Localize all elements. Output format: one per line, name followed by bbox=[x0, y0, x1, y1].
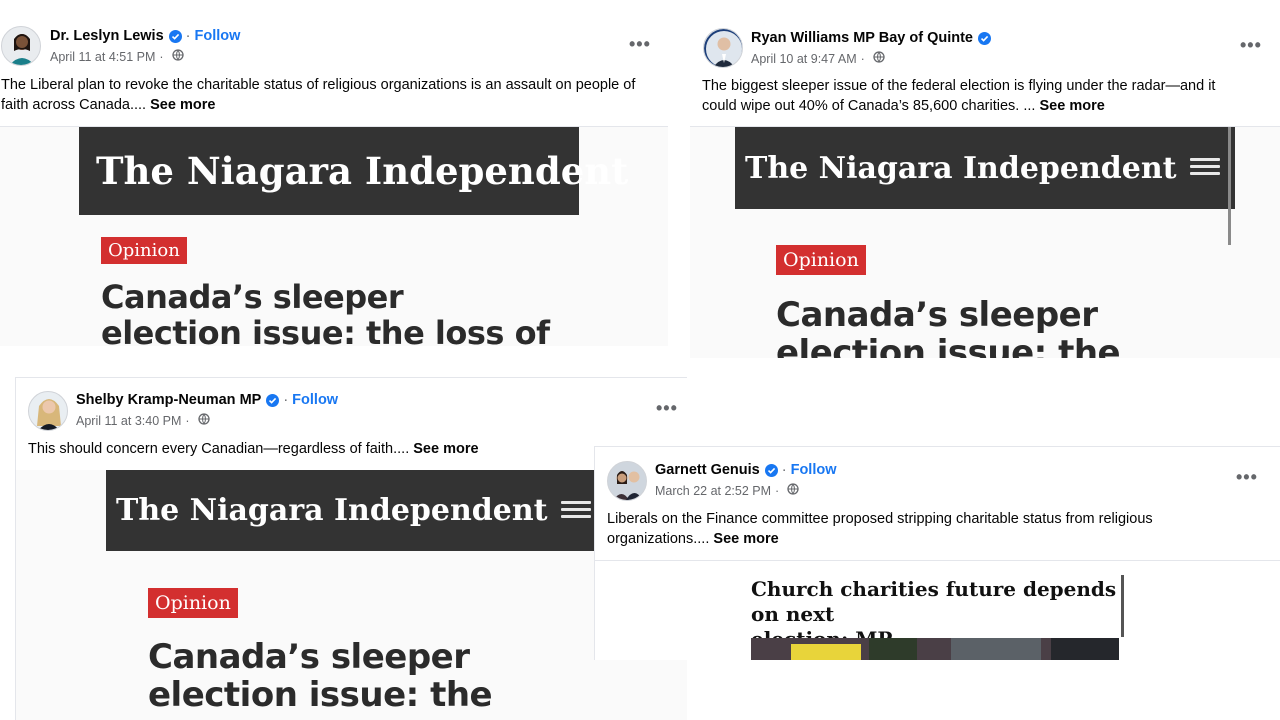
avatar[interactable] bbox=[703, 28, 743, 68]
post-garnett-genuis: Garnett Genuis · Follow March 22 at 2:52… bbox=[594, 446, 1280, 660]
globe-icon bbox=[197, 413, 210, 428]
author-name[interactable]: Garnett Genuis bbox=[655, 462, 760, 478]
avatar[interactable] bbox=[28, 391, 68, 431]
article-photo bbox=[751, 638, 1119, 660]
masthead-title: The Niagara Independent bbox=[116, 493, 548, 528]
masthead-title: The Niagara Independent bbox=[96, 149, 629, 193]
post-text-line: The Liberal plan to revoke the charitabl… bbox=[1, 77, 636, 93]
post-ryan-williams: Ryan Williams MP Bay of Quinte April 10 … bbox=[690, 16, 1280, 358]
headline-line: Canada’s sleeper bbox=[148, 637, 470, 677]
separator-dot: · bbox=[159, 49, 164, 64]
see-more-link[interactable]: See more bbox=[150, 97, 215, 113]
globe-icon bbox=[171, 49, 184, 64]
see-more-link[interactable]: See more bbox=[1039, 98, 1104, 114]
verified-badge-icon bbox=[764, 463, 778, 477]
more-options-icon[interactable]: ••• bbox=[629, 34, 651, 55]
verified-badge-icon bbox=[168, 29, 182, 43]
post-text-line: The biggest sleeper issue of the federal… bbox=[702, 78, 1216, 94]
hamburger-menu-icon[interactable] bbox=[561, 501, 591, 519]
author-name[interactable]: Shelby Kramp-Neuman MP bbox=[76, 392, 261, 408]
author-name[interactable]: Dr. Leslyn Lewis bbox=[50, 28, 164, 44]
post-text-line: Liberals on the Finance committee propos… bbox=[607, 511, 1153, 527]
headline-line: election issue: the bbox=[776, 333, 1121, 358]
author-name[interactable]: Ryan Williams MP Bay of Quinte bbox=[751, 30, 973, 46]
masthead: The Niagara Independent bbox=[735, 127, 1235, 209]
link-preview[interactable]: The Niagara Independent Opinion Canada’s… bbox=[690, 127, 1280, 358]
post-timestamp[interactable]: March 22 at 2:52 PM bbox=[655, 484, 771, 498]
follow-button[interactable]: Follow bbox=[292, 392, 338, 408]
post-shelby-kramp-neuman: Shelby Kramp-Neuman MP · Follow April 11… bbox=[15, 377, 687, 720]
separator-dot: · bbox=[283, 392, 289, 408]
more-options-icon[interactable]: ••• bbox=[1236, 467, 1258, 488]
separator-dot: · bbox=[775, 483, 780, 498]
separator-dot: · bbox=[781, 462, 787, 478]
more-options-icon[interactable]: ••• bbox=[656, 398, 678, 419]
verified-badge-icon bbox=[977, 31, 991, 45]
masthead-title: The Niagara Independent bbox=[745, 150, 1177, 186]
more-options-icon[interactable]: ••• bbox=[1240, 35, 1262, 56]
see-more-link[interactable]: See more bbox=[713, 531, 778, 547]
post-timestamp[interactable]: April 10 at 9:47 AM bbox=[751, 52, 857, 66]
headline-line: Canada’s sleeper bbox=[101, 278, 404, 316]
masthead: The Niagara Independent bbox=[106, 470, 606, 551]
link-preview[interactable]: Church charities future depends on next … bbox=[595, 561, 1280, 660]
headline-line: Church charities future depends on next bbox=[751, 577, 1117, 626]
post-text-line: could wipe out 40% of Canada’s 85,600 ch… bbox=[702, 98, 1036, 114]
opinion-tag: Opinion bbox=[101, 237, 187, 264]
hamburger-menu-icon[interactable] bbox=[1190, 158, 1220, 176]
globe-icon bbox=[787, 483, 799, 498]
separator-dot: · bbox=[185, 413, 190, 428]
see-more-link[interactable]: See more bbox=[413, 441, 478, 457]
globe-icon bbox=[873, 51, 885, 66]
post-text-line: organizations.... bbox=[607, 531, 710, 547]
avatar[interactable] bbox=[1, 26, 41, 66]
headline-line: Canada’s sleeper bbox=[776, 295, 1098, 335]
post-text-line: faith across Canada.... bbox=[1, 97, 147, 113]
link-preview[interactable]: The Niagara Independent Opinion Canada’s… bbox=[16, 470, 687, 720]
post-leslyn-lewis: Dr. Leslyn Lewis · Follow April 11 at 4:… bbox=[0, 14, 668, 346]
verified-badge-icon bbox=[266, 393, 280, 407]
opinion-tag: Opinion bbox=[148, 588, 238, 618]
headline-line: election issue: the loss of bbox=[101, 314, 550, 346]
post-text-line: This should concern every Canadian—regar… bbox=[28, 441, 410, 457]
scrollbar[interactable] bbox=[1228, 127, 1231, 245]
separator-dot: · bbox=[860, 51, 865, 66]
follow-button[interactable]: Follow bbox=[194, 28, 240, 44]
follow-button[interactable]: Follow bbox=[791, 462, 837, 478]
avatar[interactable] bbox=[607, 461, 647, 501]
masthead: The Niagara Independent bbox=[79, 127, 628, 215]
separator-dot: · bbox=[185, 28, 191, 44]
link-preview[interactable]: The Niagara Independent Opinion Canada’s… bbox=[0, 127, 668, 346]
opinion-tag: Opinion bbox=[776, 245, 866, 275]
post-timestamp[interactable]: April 11 at 3:40 PM bbox=[76, 414, 181, 428]
post-timestamp[interactable]: April 11 at 4:51 PM bbox=[50, 50, 155, 64]
headline-line: election issue: the bbox=[148, 675, 493, 715]
scrollbar[interactable] bbox=[1121, 575, 1124, 637]
